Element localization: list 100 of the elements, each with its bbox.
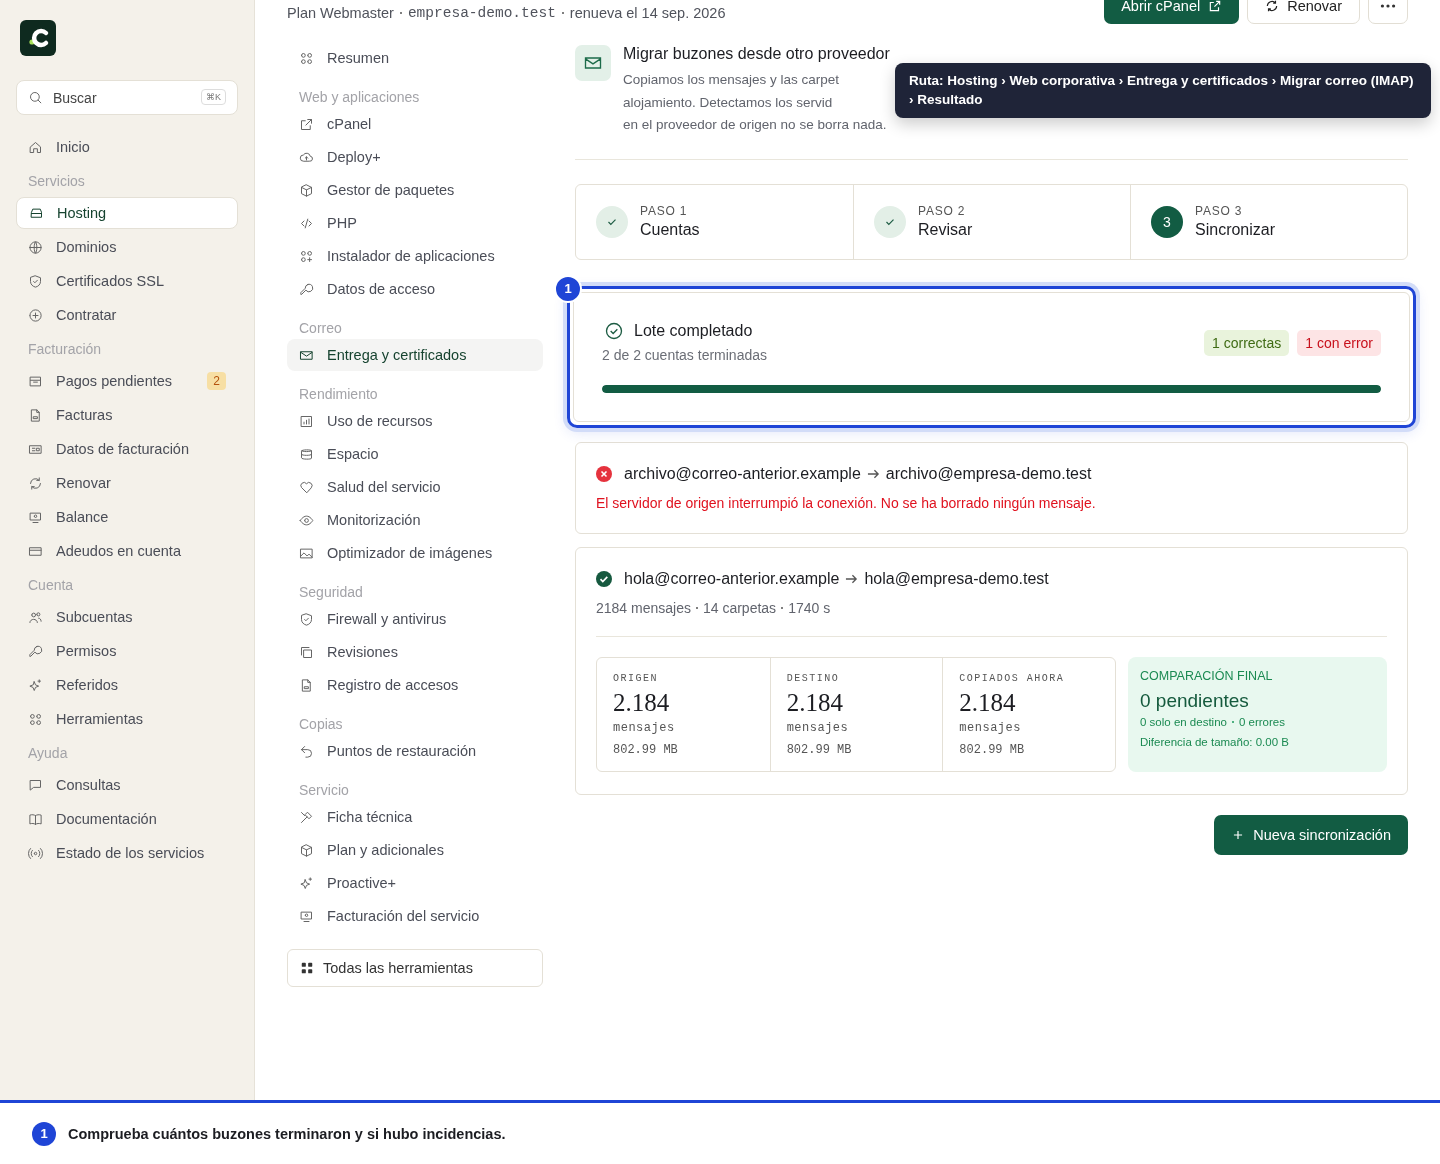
section-heading: Seguridad xyxy=(298,583,364,602)
inbox-icon xyxy=(28,373,43,389)
external-link-icon xyxy=(1208,0,1223,13)
subnav-item[interactable]: Entrega y certificados xyxy=(287,339,543,371)
sidebar-item[interactable]: Subcuentas xyxy=(16,601,238,633)
subnav-item[interactable]: cPanel xyxy=(287,108,543,140)
key-icon xyxy=(299,281,314,297)
section-heading: Copias xyxy=(298,715,344,734)
mail-icon xyxy=(575,45,611,81)
undo-icon xyxy=(299,743,314,759)
subnav-item[interactable]: Instalador de aplicaciones xyxy=(287,240,543,272)
subnav-item[interactable]: Datos de acceso xyxy=(287,273,543,305)
shortcut-key: ⌘K xyxy=(201,89,226,105)
section-heading: Ayuda xyxy=(27,744,69,763)
subnav-item[interactable]: Deploy+ xyxy=(287,141,543,173)
sidebar-item[interactable]: Contratar xyxy=(16,299,238,331)
subnav-item[interactable]: Firewall y antivirus xyxy=(287,603,543,635)
sidebar-item[interactable]: Pagos pendientes 2 xyxy=(16,365,238,397)
section-heading: Servicio xyxy=(298,781,350,800)
users-icon xyxy=(28,609,43,625)
subnav-item[interactable]: Monitorización xyxy=(287,504,543,536)
sidebar-item[interactable]: Facturas xyxy=(16,399,238,431)
server-icon xyxy=(29,205,44,221)
section-title: Migrar buzones desde otro proveedor xyxy=(623,45,890,63)
sparkle-icon xyxy=(28,677,43,693)
all-tools-button[interactable]: Todas las herramientas xyxy=(287,949,543,987)
stat-value: 2.184 xyxy=(786,688,844,717)
shield-icon xyxy=(299,611,314,627)
sidebar-item[interactable]: Dominios xyxy=(16,231,238,263)
domain-name: empresa-demo.test xyxy=(407,5,556,21)
step-title: Sincronizar xyxy=(1195,221,1276,239)
comparison-label: COMPARACIÓN FINAL xyxy=(1140,668,1274,683)
open-cpanel-button[interactable]: Abrir cPanel xyxy=(1104,0,1240,24)
more-icon xyxy=(1380,3,1396,9)
sidebar-item[interactable]: Datos de facturación xyxy=(16,433,238,465)
status-tag: 1 con error xyxy=(1297,329,1381,356)
stat-value: 2.184 xyxy=(613,688,671,717)
image-icon xyxy=(299,545,314,561)
book-icon xyxy=(28,811,43,827)
sidebar-item[interactable]: Referidos xyxy=(16,669,238,701)
sidebar-item[interactable]: Documentación xyxy=(16,803,238,835)
subnav-item[interactable]: Optimizador de imágenes xyxy=(287,537,543,569)
sidebar-item[interactable]: Consultas xyxy=(16,769,238,801)
stat-unit: mensajes xyxy=(613,720,676,735)
sidebar-item[interactable]: Certificados SSL xyxy=(16,265,238,297)
sidebar-item[interactable]: Estado de los servicios xyxy=(16,837,238,869)
subnav-item[interactable]: Revisiones xyxy=(287,636,543,668)
monitor-icon xyxy=(28,509,43,525)
batch-title: Lote completado xyxy=(634,321,753,340)
subnav-item[interactable]: Proactive+ xyxy=(287,867,543,899)
tour-marker: 1 xyxy=(554,274,582,303)
subnav-item[interactable]: Espacio xyxy=(287,438,543,470)
stat-value: 2.184 xyxy=(959,688,1017,717)
stat-label: DESTINO xyxy=(786,672,841,684)
subnav-item[interactable]: Registro de accesos xyxy=(287,669,543,701)
sync-metric: 1740 s xyxy=(788,599,831,616)
sidebar-item[interactable]: Inicio xyxy=(16,131,238,163)
shield-icon xyxy=(28,273,43,289)
renew-button[interactable]: Renovar xyxy=(1247,0,1360,24)
subnav-item[interactable]: Puntos de restauración xyxy=(287,735,543,767)
apps-icon xyxy=(299,248,314,264)
grid-icon xyxy=(300,961,314,975)
stat-label: COPIADOS AHORA xyxy=(959,672,1066,684)
stat-unit: mensajes xyxy=(786,720,850,735)
refresh-icon xyxy=(1265,0,1280,13)
monitor-icon xyxy=(299,908,314,924)
document-icon xyxy=(28,407,43,423)
subnav-item[interactable]: Gestor de paquetes xyxy=(287,174,543,206)
grid-icon xyxy=(28,711,43,727)
subnav-item[interactable]: Resumen xyxy=(287,42,543,74)
sidebar-item[interactable]: Hosting xyxy=(16,197,238,229)
sidebar-item[interactable]: Permisos xyxy=(16,635,238,667)
source-address: hola@correo-anterior.example xyxy=(624,569,840,588)
sparkle-icon xyxy=(299,875,314,891)
stat-label: ORIGEN xyxy=(613,672,659,684)
cube-icon xyxy=(299,842,314,858)
breadcrumb-tooltip: Ruta: Hosting › Web corporativa › Entrega y certificados › Migrar correo (IMAP) › Resultado xyxy=(895,63,1431,118)
subnav-item[interactable]: Ficha técnica xyxy=(287,801,543,833)
new-sync-button[interactable]: Nueva sincronización xyxy=(1214,814,1408,855)
size-difference: Diferencia de tamaño: 0.00 B xyxy=(1140,735,1290,748)
subnav-item[interactable]: PHP xyxy=(287,207,543,239)
stat-size: 802.99 MB xyxy=(613,742,679,757)
sidebar-item[interactable]: Renovar xyxy=(16,467,238,499)
sidebar-item[interactable]: Herramientas xyxy=(16,703,238,735)
sidebar-item[interactable]: Adeudos en cuenta xyxy=(16,535,238,567)
sidebar-item[interactable]: Balance xyxy=(16,501,238,533)
grid-icon xyxy=(299,50,314,66)
cube-icon xyxy=(299,182,314,198)
subnav-item[interactable]: Plan y adicionales xyxy=(287,834,543,866)
subnav-item[interactable]: Uso de recursos xyxy=(287,405,543,437)
sync-metric: 2184 mensajes xyxy=(596,599,691,616)
copy-icon xyxy=(299,644,314,660)
key-icon xyxy=(28,643,43,659)
comparison-detail: 0 errores xyxy=(1238,715,1285,728)
section-heading: Correo xyxy=(298,319,343,338)
description-line: en el proveedor de origen no se borra nada. xyxy=(623,116,887,134)
broadcast-icon xyxy=(28,845,43,861)
subnav-item[interactable]: Salud del servicio xyxy=(287,471,543,503)
stat-size: 802.99 MB xyxy=(959,742,1026,757)
subnav-item[interactable]: Facturación del servicio xyxy=(287,900,543,932)
